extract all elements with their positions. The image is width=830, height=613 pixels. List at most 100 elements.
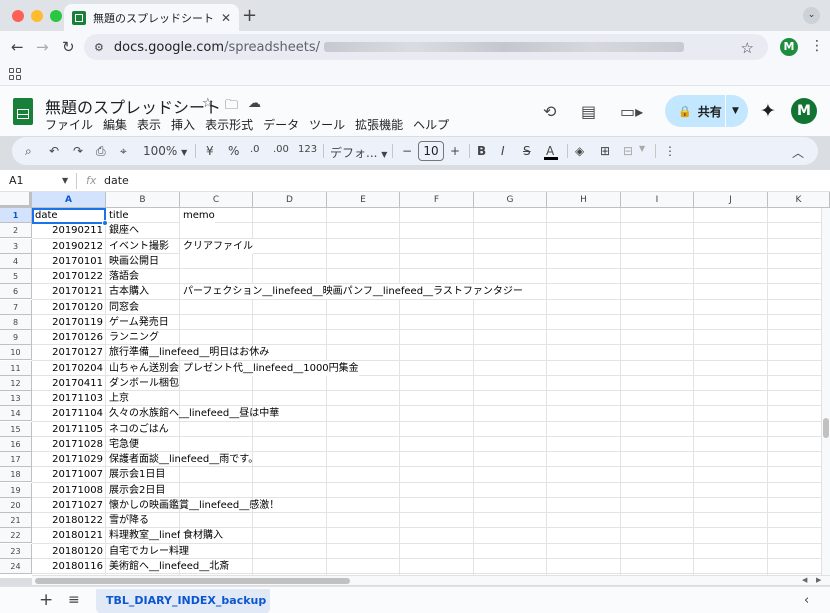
reload-icon[interactable]: ↻ (62, 38, 75, 56)
spreadsheet-grid[interactable]: A B C D E F G H I J K 1 date title memo 2 20190211 銀座へ 3 20… (0, 192, 830, 578)
column-header-d[interactable]: D (253, 192, 327, 208)
cell-date[interactable]: 20171008 (32, 483, 106, 498)
row-header[interactable]: 15 (0, 421, 32, 437)
print-icon[interactable]: ⎙ (96, 144, 106, 159)
font-size-decrease-button[interactable]: − (402, 144, 412, 158)
cell-date[interactable]: 20171104 (32, 406, 106, 421)
row-header[interactable]: 21 (0, 513, 32, 528)
scroll-left-arrow-icon[interactable]: ◀ (802, 576, 807, 584)
cell-memo[interactable]: memo (180, 208, 215, 223)
collapse-side-panel-icon[interactable]: ‹ (804, 593, 809, 608)
bold-button[interactable]: B (477, 144, 486, 158)
cell-date[interactable]: 20171029 (32, 452, 106, 467)
cell-date[interactable]: 20170101 (32, 254, 106, 269)
tab-close-icon[interactable]: ✕ (221, 11, 231, 25)
borders-icon[interactable]: ⊞ (600, 144, 610, 158)
currency-format-button[interactable]: ¥ (206, 144, 214, 158)
row-header[interactable]: 13 (0, 391, 32, 406)
scroll-right-arrow-icon[interactable]: ▶ (816, 576, 821, 584)
cell-title[interactable]: ゲーム発売日 (106, 315, 169, 330)
cloud-saved-icon[interactable]: ☁ (248, 96, 261, 111)
paint-format-icon[interactable]: ⌖ (120, 144, 127, 159)
cell-title[interactable]: 同窓会 (106, 300, 139, 315)
row-header[interactable]: 24 (0, 558, 32, 574)
fill-handle[interactable] (102, 220, 108, 226)
minimize-window-button[interactable] (31, 10, 43, 22)
cell-date[interactable]: 20171105 (32, 422, 106, 437)
forward-arrow-icon[interactable]: → (36, 38, 49, 56)
row-header[interactable]: 7 (0, 299, 32, 315)
close-window-button[interactable] (12, 10, 24, 22)
select-all-corner[interactable] (0, 192, 32, 208)
row-header[interactable]: 6 (0, 284, 32, 300)
share-button[interactable]: 🔒 共有 ▼ (665, 95, 748, 127)
cell-date[interactable]: 20180120 (32, 544, 106, 559)
cell-memo[interactable]: プレゼント代__linefeed__1000円集金 (180, 360, 359, 376)
cell-date[interactable]: 20171027 (32, 498, 106, 513)
cell-title[interactable]: 展示会1日目 (106, 467, 165, 482)
collapse-menus-chevron-icon[interactable]: ︿ (792, 144, 804, 161)
cell-date[interactable]: 20170122 (32, 269, 106, 284)
menu-insert[interactable]: 挿入 (171, 116, 195, 133)
cell-date[interactable]: 20180122 (32, 513, 106, 528)
account-avatar[interactable]: M (791, 98, 817, 124)
move-folder-icon[interactable]: 🗀 (225, 96, 238, 118)
row-header[interactable]: 18 (0, 467, 32, 483)
site-info-icon[interactable]: ⚙ (94, 41, 104, 54)
percent-format-button[interactable]: % (228, 144, 239, 158)
cell-date[interactable]: 20170119 (32, 315, 106, 330)
cell-title[interactable]: 銀座へ (106, 223, 139, 238)
bookmark-star-icon[interactable]: ☆ (741, 39, 754, 57)
cell-title[interactable]: 映画公開日 (106, 254, 159, 269)
cell-date[interactable]: 20171028 (32, 437, 106, 452)
new-tab-button[interactable]: + (242, 5, 257, 26)
cell-title[interactable]: 山ちゃん送別会 (106, 361, 180, 376)
merge-caret-icon[interactable]: ▼ (639, 144, 645, 153)
gemini-sparkle-icon[interactable]: ✦ (760, 100, 776, 122)
column-header-a[interactable]: A (32, 192, 106, 208)
cell-date[interactable]: 20170126 (32, 330, 106, 345)
tab-search-chevron-icon[interactable]: ⌄ (803, 7, 820, 24)
cell-title[interactable]: 雪が降る (106, 513, 149, 528)
meet-video-icon[interactable]: ▭▸ (620, 102, 643, 121)
vertical-scrollbar[interactable] (821, 208, 830, 578)
menu-view[interactable]: 表示 (137, 116, 161, 133)
column-header-c[interactable]: C (180, 192, 253, 208)
cell-title[interactable]: 懐かしの映画鑑賞__linefeed__感激！ (106, 498, 279, 513)
cell-date[interactable]: 20170127 (32, 345, 106, 360)
sheets-logo-icon[interactable] (13, 98, 33, 125)
menu-format[interactable]: 表示形式 (205, 116, 253, 133)
column-header-e[interactable]: E (327, 192, 400, 208)
browser-tab[interactable]: 無題のスプレッドシート - Google ✕ (64, 4, 239, 31)
cell-title[interactable]: 展示会2日目 (106, 483, 165, 498)
column-header-j[interactable]: J (694, 192, 768, 208)
cell-date[interactable]: 20170411 (32, 376, 106, 391)
star-icon[interactable]: ☆ (202, 96, 214, 111)
horizontal-scroll-thumb[interactable] (35, 578, 350, 584)
name-box-caret-icon[interactable]: ▼ (62, 176, 68, 185)
row-header[interactable]: 11 (0, 360, 32, 376)
row-header[interactable]: 8 (0, 314, 32, 330)
font-size-input[interactable]: 10 (418, 141, 444, 161)
comments-icon[interactable]: ▤ (581, 102, 596, 121)
cell-title[interactable]: 保護者面談__linefeed__雨です。 (106, 452, 258, 467)
cell-date[interactable]: 20170121 (32, 284, 106, 299)
cell-date[interactable]: 20170120 (32, 300, 106, 315)
row-header[interactable]: 3 (0, 238, 32, 254)
document-title[interactable]: 無題のスプレッドシート (45, 94, 221, 118)
row-header[interactable]: 20 (0, 497, 32, 513)
increase-decimal-button[interactable]: .00 (273, 144, 289, 155)
row-header[interactable]: 14 (0, 406, 32, 422)
row-header[interactable]: 16 (0, 436, 32, 452)
cell-memo[interactable]: クリアファイル (180, 238, 253, 254)
cell-title[interactable]: 久々の水族館へ__linefeed__昼は中華 (106, 406, 279, 421)
cell-date[interactable]: 20190211 (32, 223, 106, 238)
cell-title[interactable]: 古本購入 (106, 284, 180, 299)
cell-title[interactable]: ネコのごはん (106, 422, 169, 437)
column-header-h[interactable]: H (547, 192, 621, 208)
menu-help[interactable]: ヘルプ (413, 116, 449, 133)
row-header[interactable]: 4 (0, 253, 32, 269)
fill-color-icon[interactable]: ◈ (575, 144, 584, 158)
cell-date[interactable]: 20180116 (32, 559, 106, 574)
column-header-g[interactable]: G (474, 192, 547, 208)
